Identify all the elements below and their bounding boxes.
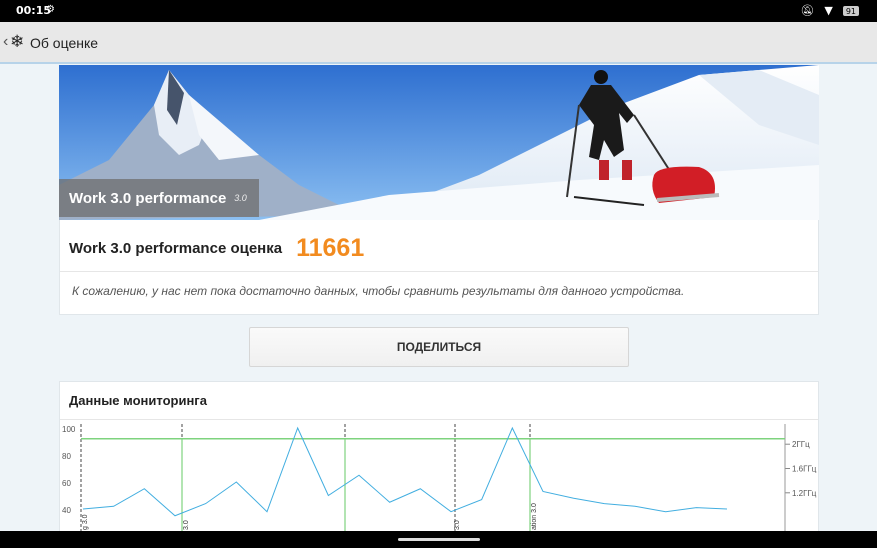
- app-bar: ‹ ❄ Об оценке: [0, 22, 877, 64]
- score-label: Work 3.0 performance оценка: [69, 240, 283, 257]
- y-right-tick: 1.6ГГц: [792, 465, 817, 474]
- y-left-tick: 80: [62, 452, 71, 461]
- app-logo-icon: ❄: [10, 32, 25, 51]
- y-right-tick: 1.2ГГц: [792, 489, 817, 498]
- hero-version: 3.0: [234, 193, 247, 203]
- score-card: Work 3.0 performance оценка 11661 К сожа…: [59, 220, 819, 315]
- monitoring-chart: 100 80 60 40 2ГГц 1.6ГГц 1.2ГГц g 3.0 3.0 3.0 atio…: [62, 424, 817, 532]
- hero-test-name: Work 3.0 performance: [69, 189, 227, 207]
- y-left-tick: 100: [62, 425, 76, 434]
- y-left-tick: 40: [62, 506, 71, 515]
- navigation-bar: [0, 531, 877, 548]
- mute-icon: 🔕︎: [800, 4, 815, 17]
- load-series-line: [82, 426, 728, 517]
- segment-label: 3.0: [183, 520, 190, 530]
- home-gesture-pill[interactable]: [398, 538, 480, 541]
- score-value: 11661: [296, 234, 365, 262]
- settings-icon: ⚙: [46, 4, 55, 15]
- comparison-note: К сожалению, у нас нет пока достаточно д…: [72, 284, 685, 298]
- segment-label: g 3.0: [82, 514, 89, 530]
- y-left-tick: 60: [62, 479, 71, 488]
- divider: [60, 271, 818, 272]
- status-bar: 00:15 ⚙ 🔕︎ ▼ 91: [0, 0, 877, 22]
- wifi-icon: ▼: [824, 4, 833, 17]
- score-row: Work 3.0 performance оценка 11661: [69, 234, 364, 263]
- y-right-tick: 2ГГц: [792, 440, 810, 449]
- segment-label: 3.0: [454, 520, 461, 530]
- battery-icon: 91: [842, 5, 859, 16]
- segment-label: ation 3.0: [531, 503, 538, 530]
- hero-image: Work 3.0 performance 3.0: [59, 65, 819, 220]
- monitoring-card: Данные мониторинга 100 80 60 40 2ГГц 1.6ГГц 1.…: [59, 381, 819, 541]
- back-icon[interactable]: ‹: [3, 33, 8, 51]
- status-icons: 🔕︎ ▼ 91: [800, 4, 859, 17]
- share-button[interactable]: ПОДЕЛИТЬСЯ: [249, 327, 629, 367]
- hero-label: Work 3.0 performance 3.0: [59, 179, 259, 217]
- monitoring-title: Данные мониторинга: [69, 393, 207, 408]
- page-title: Об оценке: [30, 35, 99, 51]
